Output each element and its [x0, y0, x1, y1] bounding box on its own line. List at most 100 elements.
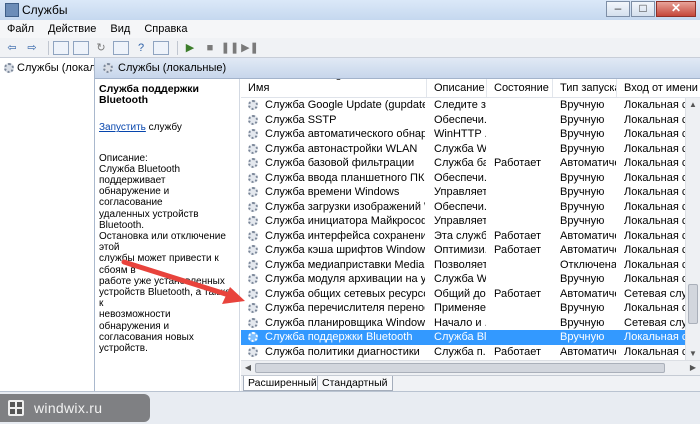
horizontal-scrollbar[interactable]: ◀ ▶ — [241, 360, 700, 375]
column-header-startup-type[interactable]: Тип запуска — [553, 79, 617, 97]
gear-icon — [248, 143, 258, 154]
table-row[interactable]: Служба планировщика Windows Media C... На… — [241, 316, 700, 331]
scroll-down-icon[interactable]: ▼ — [686, 347, 700, 361]
scroll-left-icon[interactable]: ◀ — [241, 361, 255, 375]
maximize-button[interactable]: □ — [631, 1, 655, 17]
service-description-cell: Следите за ... — [434, 99, 486, 111]
table-row[interactable]: Служба Google Update (gupdatem) Следите з… — [241, 98, 700, 113]
service-name-cell: Служба модуля архивации на уровне бло... — [265, 273, 425, 285]
column-header-description[interactable]: Описание — [427, 79, 487, 97]
vertical-scrollbar[interactable]: ▲ ▼ — [685, 98, 700, 361]
hscroll-thumb[interactable] — [255, 363, 665, 373]
service-name-cell: Служба времени Windows — [265, 186, 400, 198]
service-logon-cell: Локальная систе — [624, 142, 686, 155]
maximize-icon: □ — [639, 1, 647, 15]
menu-action[interactable]: Действие — [41, 23, 103, 35]
service-description-cell: Применяе... — [434, 302, 486, 314]
title-bar: Службы – □ ✕ — [0, 0, 700, 21]
gear-icon — [248, 100, 258, 110]
service-logon-cell: Локальная систе — [624, 171, 686, 184]
service-status-cell — [494, 258, 552, 273]
column-header-label: Имя — [248, 82, 270, 94]
scroll-right-icon[interactable]: ▶ — [686, 361, 700, 375]
service-logon-cell: Локальная служб — [624, 128, 686, 140]
table-row[interactable]: Служба интерфейса сохранения сети Эта слу… — [241, 229, 700, 244]
service-name-cell: Служба базовой фильтрации — [265, 157, 415, 169]
tree-item-services[interactable]: Службы (локалы — [4, 60, 94, 76]
service-logon-cell: Локальная систе — [624, 302, 686, 314]
gear-icon — [4, 63, 14, 73]
service-logon-cell: Локальная служб — [624, 157, 686, 169]
service-name-cell: Служба политики диагностики — [265, 345, 420, 358]
table-row[interactable]: Служба медиаприставки Media Center Позвол… — [241, 258, 700, 273]
service-name-cell: Служба ввода планшетного ПК — [265, 171, 425, 184]
table-row[interactable]: Служба инициатора Майкрософт iSCSI Управл… — [241, 214, 700, 229]
column-header-name[interactable]: ▲ Имя — [241, 79, 427, 97]
menu-help[interactable]: Справка — [137, 23, 194, 35]
service-description-cell: Позволяет... — [434, 258, 486, 271]
export-list-icon[interactable] — [113, 40, 129, 55]
close-button[interactable]: ✕ — [656, 1, 696, 17]
service-status-cell — [494, 330, 552, 345]
stop-icon[interactable]: ■ — [202, 41, 218, 55]
table-row[interactable]: Служба ввода планшетного ПК Обеспечи... Вр… — [241, 171, 700, 186]
service-logon-cell: Локальная служб — [624, 258, 686, 271]
service-name-cell: Служба медиаприставки Media Center — [265, 258, 425, 271]
table-row[interactable]: Служба политики диагностики Служба п... Ра… — [241, 345, 700, 360]
tree-item-label: Службы (локалы — [17, 62, 94, 74]
service-logon-cell: Локальная служб — [624, 229, 686, 242]
service-name-cell: Служба инициатора Майкрософт iSCSI — [265, 215, 425, 227]
console-tree-icon[interactable] — [53, 40, 69, 55]
forward-arrow-icon[interactable]: ⇨ — [24, 41, 40, 55]
minimize-button[interactable]: – — [606, 1, 630, 17]
console-tree: Службы (локалы — [0, 58, 95, 391]
table-row-selected[interactable]: Служба поддержки Bluetooth Служба Bl... Вр… — [241, 330, 700, 345]
pause-icon[interactable]: ❚❚ — [221, 41, 239, 55]
service-status-cell — [494, 171, 552, 186]
column-header-logon[interactable]: Вход от имени — [617, 79, 700, 97]
pane-header: Службы (локальные) — [95, 58, 700, 79]
table-row[interactable]: Служба загрузки изображений Windows (...… — [241, 200, 700, 215]
service-status-cell — [494, 272, 552, 287]
service-name-cell: Служба кэша шрифтов Windows — [265, 244, 425, 256]
description-label: Описание: — [99, 152, 148, 164]
description-text: Служба Bluetooth поддерживает обнаружени… — [99, 163, 231, 355]
column-header-status[interactable]: Состояние — [487, 79, 553, 97]
play-icon[interactable]: ▶ — [182, 41, 198, 55]
menu-file[interactable]: Файл — [0, 23, 41, 35]
toolbar-separator — [177, 40, 178, 55]
gear-icon — [248, 216, 258, 226]
restart-icon[interactable]: ▶❚ — [241, 41, 259, 55]
table-row[interactable]: Служба базовой фильтрации Служба ба... Раб… — [241, 156, 700, 171]
refresh-icon[interactable]: ↻ — [93, 41, 109, 55]
properties-icon[interactable] — [153, 40, 169, 55]
start-service-link[interactable]: Запустить — [99, 122, 146, 133]
service-description-cell: Служба ба... — [434, 157, 486, 169]
tab-standard[interactable]: Стандартный — [317, 376, 393, 391]
table-row[interactable]: Служба автонастройки WLAN Служба W... Вруч… — [241, 142, 700, 157]
table-row[interactable]: Служба общих сетевых ресурсов проигр... О… — [241, 287, 700, 302]
help-icon[interactable]: ? — [133, 41, 149, 55]
table-row[interactable]: Служба времени Windows Управляет... Вручну… — [241, 185, 700, 200]
table-row[interactable]: Служба модуля архивации на уровне бло...… — [241, 272, 700, 287]
table-row[interactable]: Служба кэша шрифтов Windows Оптимизи... Ра… — [241, 243, 700, 258]
service-startup-cell: Отключена — [560, 258, 616, 271]
gear-icon — [248, 230, 258, 241]
service-startup-cell: Автоматиче... — [560, 244, 616, 256]
service-description-cell: Служба Bl... — [434, 331, 486, 343]
menu-view[interactable]: Вид — [103, 23, 137, 35]
service-rows: Служба Google Update (gupdatem) Следите з… — [241, 98, 700, 375]
tab-extended[interactable]: Расширенный — [243, 376, 322, 391]
table-row[interactable]: Служба перечислителя переносных устр... П… — [241, 301, 700, 316]
service-description-cell: Служба W... — [434, 273, 486, 285]
back-arrow-icon[interactable]: ⇦ — [4, 41, 20, 55]
table-row[interactable]: Служба SSTP Обеспечи... Вручную Локальная с… — [241, 113, 700, 128]
list-view-icon[interactable] — [73, 40, 89, 55]
service-name-cell: Служба планировщика Windows Media C... — [265, 316, 425, 329]
table-row[interactable]: Служба автоматического обнаружения ве...… — [241, 127, 700, 142]
scroll-thumb[interactable] — [688, 284, 698, 324]
service-description-cell: Оптимизи... — [434, 244, 486, 256]
minimize-icon: – — [614, 1, 622, 15]
window-title: Службы — [22, 3, 68, 17]
scroll-up-icon[interactable]: ▲ — [686, 98, 700, 112]
